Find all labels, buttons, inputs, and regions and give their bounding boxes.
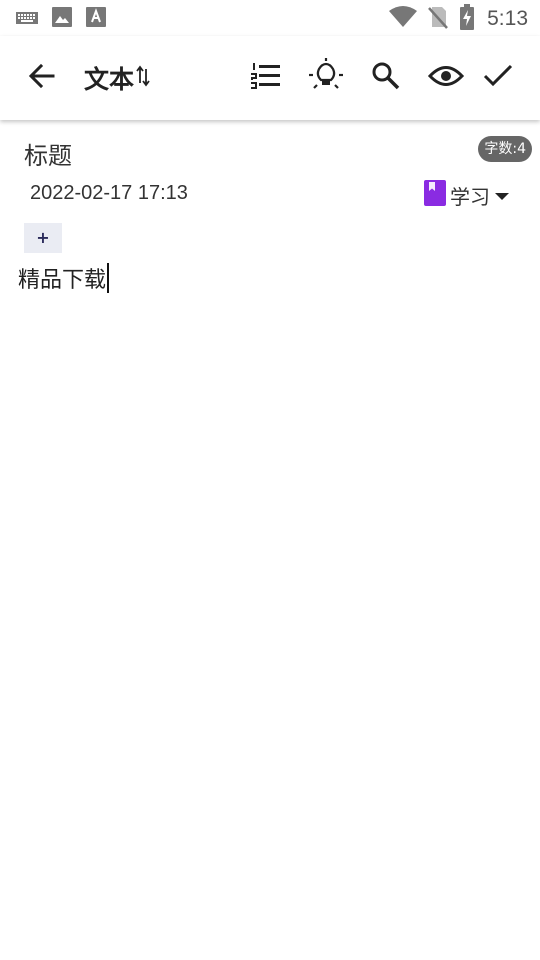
- check-icon: [483, 63, 513, 93]
- sort-arrows-icon: [136, 64, 150, 92]
- lightbulb-icon: [308, 58, 344, 98]
- no-sim-icon: [427, 5, 449, 33]
- note-body-text: 精品下载: [18, 268, 107, 293]
- status-left: [16, 7, 106, 31]
- numbered-list-button[interactable]: [246, 58, 286, 98]
- category-label: 学习: [450, 184, 490, 209]
- save-button[interactable]: [478, 58, 518, 98]
- status-time: 5:13: [487, 7, 528, 30]
- toolbar-title: 文本: [84, 65, 135, 94]
- lightbulb-button[interactable]: [306, 58, 346, 98]
- preview-button[interactable]: [426, 58, 466, 98]
- image-icon: [52, 7, 72, 31]
- word-count-badge: 字数:4: [478, 136, 532, 162]
- keyboard-icon: [16, 10, 38, 29]
- note-date[interactable]: 2022-02-17 17:13: [30, 182, 188, 205]
- status-right: 5:13: [389, 4, 528, 34]
- search-icon: [371, 61, 401, 95]
- dropdown-triangle-icon: [494, 186, 510, 205]
- back-button[interactable]: [22, 58, 62, 98]
- add-tag-button[interactable]: +: [24, 223, 62, 253]
- eye-icon: [427, 63, 465, 93]
- font-icon: [86, 7, 106, 31]
- bookmark-icon: [424, 180, 446, 210]
- wifi-icon: [389, 6, 418, 32]
- back-arrow-icon: [27, 61, 57, 95]
- category-selector[interactable]: 学习: [424, 180, 510, 210]
- status-bar: 5:13: [0, 0, 540, 36]
- toolbar: 文本: [0, 36, 540, 120]
- battery-charging-icon: [459, 4, 475, 34]
- editor-content: 标题 字数:4 2022-02-17 17:13 学习 + 精品下载: [0, 120, 540, 960]
- sort-title-button[interactable]: 文本: [84, 58, 150, 98]
- search-button[interactable]: [366, 58, 406, 98]
- text-caret: [107, 263, 110, 293]
- note-body-editor[interactable]: 精品下载: [18, 262, 110, 294]
- numbered-list-icon: [250, 62, 282, 94]
- screen: 5:13 文本 标题 字数:4 2022-02-17 17:13 学习 + 精品…: [0, 0, 540, 960]
- note-title-input[interactable]: 标题: [24, 136, 72, 171]
